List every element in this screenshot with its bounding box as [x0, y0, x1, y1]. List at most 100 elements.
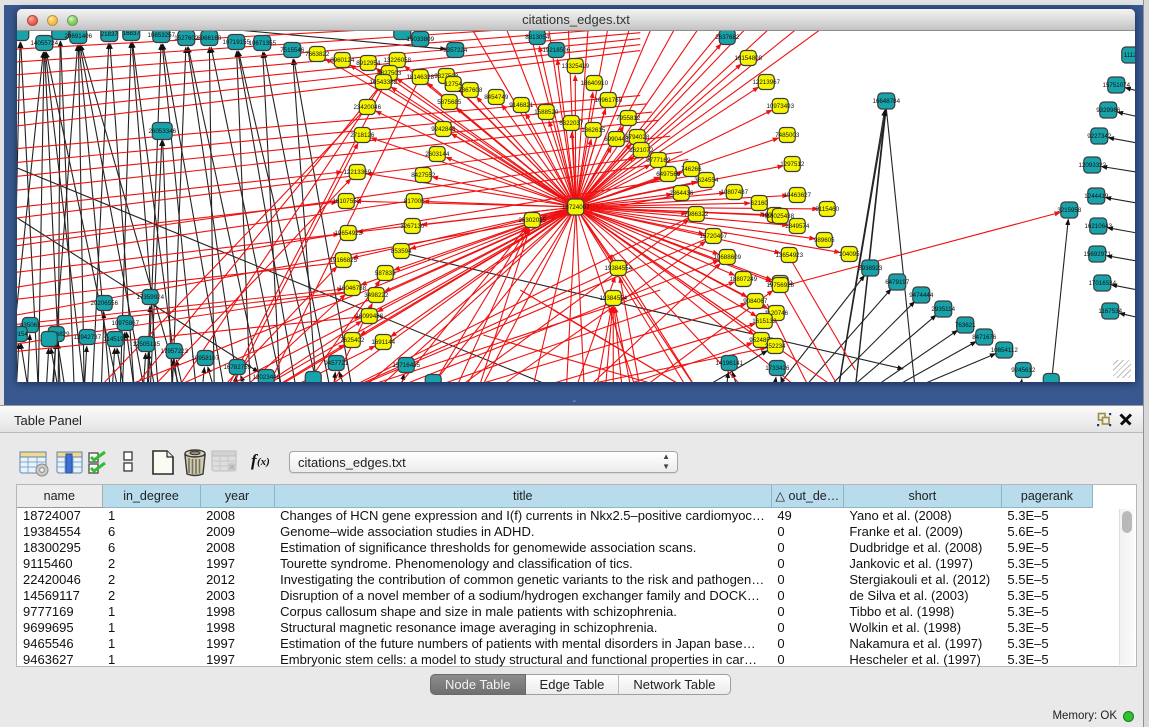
svg-text:3498222: 3498222	[364, 292, 389, 299]
svg-text:9357224: 9357224	[443, 47, 468, 54]
svg-text:10973493: 10973493	[766, 103, 794, 110]
svg-text:15716485: 15716485	[392, 362, 420, 369]
svg-text:19654923: 19654923	[334, 230, 362, 237]
svg-text:12023446: 12023446	[252, 374, 280, 381]
svg-text:1167534: 1167534	[1098, 308, 1122, 315]
svg-text:26053346: 26053346	[148, 128, 176, 135]
svg-text:2935114: 2935114	[931, 306, 955, 313]
svg-text:10654112: 10654112	[991, 347, 1019, 354]
svg-text:10671355: 10671355	[248, 40, 276, 47]
svg-text:14055724: 14055724	[30, 40, 58, 47]
svg-text:10807487: 10807487	[720, 189, 748, 196]
svg-text:7485003: 7485003	[775, 132, 800, 139]
svg-text:9227342: 9227342	[1087, 133, 1112, 140]
svg-text:12213369: 12213369	[343, 169, 371, 176]
svg-text:10975867: 10975867	[111, 320, 139, 327]
svg-text:2367608: 2367608	[458, 87, 483, 94]
svg-text:7955812: 7955812	[616, 115, 641, 122]
svg-text:9474444: 9474444	[909, 292, 934, 299]
svg-text:1733426: 1733426	[765, 365, 790, 372]
svg-text:3267130: 3267130	[400, 223, 425, 230]
svg-text:10688609: 10688609	[713, 254, 741, 261]
svg-text:18640910: 18640910	[580, 80, 608, 87]
svg-text:18107552: 18107552	[332, 198, 360, 205]
svg-text:252234: 252234	[765, 343, 786, 350]
svg-text:16837: 16837	[123, 31, 141, 37]
svg-text:9146821: 9146821	[509, 102, 534, 109]
svg-text:19756928: 19756928	[766, 282, 794, 289]
svg-text:9777169: 9777169	[646, 157, 671, 164]
svg-text:19218506: 19218506	[542, 47, 570, 54]
svg-text:10025438: 10025438	[766, 213, 794, 220]
svg-text:8938923: 8938923	[858, 265, 883, 272]
svg-text:16046788: 16046788	[338, 285, 366, 292]
svg-text:1362615: 1362615	[581, 127, 606, 134]
svg-text:8912954: 8912954	[356, 60, 381, 67]
svg-text:39154: 39154	[17, 331, 28, 338]
svg-text:12213967: 12213967	[752, 79, 780, 86]
svg-text:3215958: 3215958	[1057, 207, 1082, 214]
svg-text:1112: 1112	[1124, 52, 1135, 59]
svg-text:19166825: 19166825	[329, 257, 357, 264]
svg-text:9242848: 9242848	[431, 126, 456, 133]
svg-text:17957223: 17957223	[160, 348, 188, 355]
svg-text:8813054: 8813054	[525, 34, 550, 41]
svg-text:9115460: 9115460	[815, 206, 839, 213]
svg-text:6322037: 6322037	[559, 120, 584, 127]
svg-text:8960124: 8960124	[330, 57, 355, 64]
svg-text:18146328: 18146328	[406, 74, 434, 81]
svg-text:7625402: 7625402	[340, 337, 365, 344]
svg-text:9084067: 9084067	[743, 298, 768, 305]
svg-text:9329966: 9329966	[1096, 107, 1121, 114]
svg-text:18724007: 18724007	[562, 204, 590, 211]
svg-text:9457721: 9457721	[324, 360, 349, 367]
svg-text:13654923: 13654923	[775, 252, 803, 259]
svg-text:587833: 587833	[375, 270, 396, 277]
svg-text:1691144: 1691144	[371, 339, 395, 346]
svg-text:16543362: 16543362	[369, 79, 397, 86]
svg-text:2718126: 2718126	[350, 132, 375, 139]
svg-text:16033809: 16033809	[406, 36, 434, 43]
svg-text:2364436: 2364436	[669, 190, 694, 197]
svg-text:62160: 62160	[751, 200, 769, 207]
svg-text:12093322: 12093322	[1078, 162, 1106, 169]
svg-text:16648784: 16648784	[872, 98, 900, 105]
svg-text:2637682: 2637682	[715, 34, 740, 41]
svg-text:15751074: 15751074	[1102, 82, 1130, 89]
svg-text:10719155: 10719155	[222, 39, 250, 46]
svg-text:1244419: 1244419	[1084, 193, 1109, 200]
svg-text:7986322: 7986322	[684, 211, 709, 218]
svg-text:18807249: 18807249	[729, 276, 757, 283]
svg-text:19384554: 19384554	[599, 295, 627, 302]
svg-text:2849574: 2849574	[785, 223, 810, 230]
svg-text:21837: 21837	[101, 31, 119, 38]
svg-text:15720407: 15720407	[699, 233, 727, 240]
svg-text:16099488: 16099488	[355, 313, 383, 320]
svg-text:13325419: 13325419	[561, 63, 589, 70]
svg-text:20206556: 20206556	[90, 300, 118, 307]
svg-text:8454749: 8454749	[484, 94, 509, 101]
svg-text:1145194: 1145194	[103, 336, 127, 343]
svg-text:1615132: 1615132	[752, 318, 777, 325]
svg-text:6966160: 6966160	[197, 35, 222, 42]
svg-text:6479197: 6479197	[885, 279, 910, 286]
svg-text:2603144: 2603144	[425, 151, 450, 158]
svg-text:989605: 989605	[814, 237, 835, 244]
svg-text:12505135: 12505135	[132, 341, 160, 348]
svg-text:13226058: 13226058	[383, 57, 411, 64]
svg-text:14196141: 14196141	[715, 360, 743, 367]
svg-text:1297512: 1297512	[780, 161, 805, 168]
svg-text:7663822: 7663822	[305, 51, 330, 58]
svg-text:19384554: 19384554	[604, 265, 632, 272]
svg-text:17359924: 17359924	[136, 294, 164, 301]
svg-text:763621: 763621	[955, 322, 976, 329]
svg-text:817006: 817006	[404, 198, 425, 205]
svg-text:15692971: 15692971	[1083, 251, 1111, 258]
svg-text:25302035: 25302035	[518, 217, 546, 224]
svg-text:23420046: 23420046	[353, 104, 381, 111]
svg-text:8427552: 8427552	[411, 172, 436, 179]
svg-text:5875685: 5875685	[437, 99, 462, 106]
svg-text:(x): (x)	[257, 456, 270, 468]
svg-text:12942737: 12942737	[73, 334, 101, 341]
svg-text:1621072: 1621072	[629, 147, 654, 154]
